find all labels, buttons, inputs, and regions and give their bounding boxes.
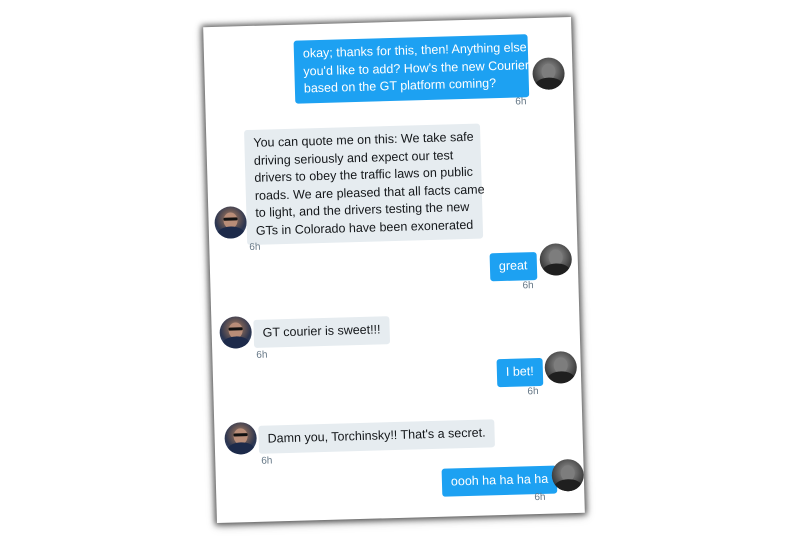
message-timestamp: 6h bbox=[249, 241, 261, 254]
avatar-shoulders bbox=[226, 441, 256, 455]
avatar-shoulders bbox=[546, 370, 576, 384]
screenshot-stage: okay; thanks for this, then! Anything el… bbox=[0, 0, 800, 543]
message-line: great bbox=[498, 258, 528, 274]
avatar-shoulders bbox=[553, 478, 583, 492]
message-timestamp: 6h bbox=[534, 491, 546, 504]
avatar-shoulders bbox=[221, 336, 251, 349]
message-timestamp: 6h bbox=[261, 455, 273, 467]
user-avatar[interactable] bbox=[551, 458, 585, 492]
message-timestamp: 6h bbox=[515, 96, 527, 108]
message-bubble[interactable]: Damn you, Torchinsky!! That's a secret. bbox=[258, 419, 495, 454]
contact-avatar[interactable] bbox=[214, 206, 248, 239]
dm-conversation-card: okay; thanks for this, then! Anything el… bbox=[203, 16, 585, 524]
message-timestamp: 6h bbox=[256, 349, 268, 361]
user-avatar[interactable] bbox=[532, 57, 566, 91]
message-line: I bet! bbox=[505, 364, 534, 379]
contact-avatar[interactable] bbox=[219, 316, 253, 349]
avatar-shoulders bbox=[541, 263, 571, 276]
message-bubble[interactable]: I bet! bbox=[496, 357, 544, 387]
avatar-shoulders bbox=[534, 77, 564, 91]
message-line: Damn you, Torchinsky!! That's a secret. bbox=[267, 425, 486, 446]
message-line: oooh ha ha ha ha bbox=[450, 471, 549, 489]
user-avatar[interactable] bbox=[539, 243, 573, 276]
message-timestamp: 6h bbox=[527, 386, 539, 398]
user-avatar[interactable] bbox=[544, 350, 578, 384]
message-timestamp: 6h bbox=[522, 280, 534, 292]
message-bubble[interactable]: You can quote me on this: We take safe d… bbox=[244, 123, 485, 246]
message-line: GT courier is sweet!!! bbox=[262, 322, 381, 340]
sunglasses-icon bbox=[233, 433, 248, 437]
avatar-shoulders bbox=[216, 226, 246, 239]
message-bubble[interactable]: okay; thanks for this, then! Anything el… bbox=[293, 34, 529, 104]
sunglasses-icon bbox=[223, 217, 238, 221]
message-bubble[interactable]: great bbox=[489, 252, 537, 281]
message-bubble[interactable]: GT courier is sweet!!! bbox=[253, 316, 390, 348]
contact-avatar[interactable] bbox=[224, 421, 258, 455]
sunglasses-icon bbox=[228, 327, 243, 331]
